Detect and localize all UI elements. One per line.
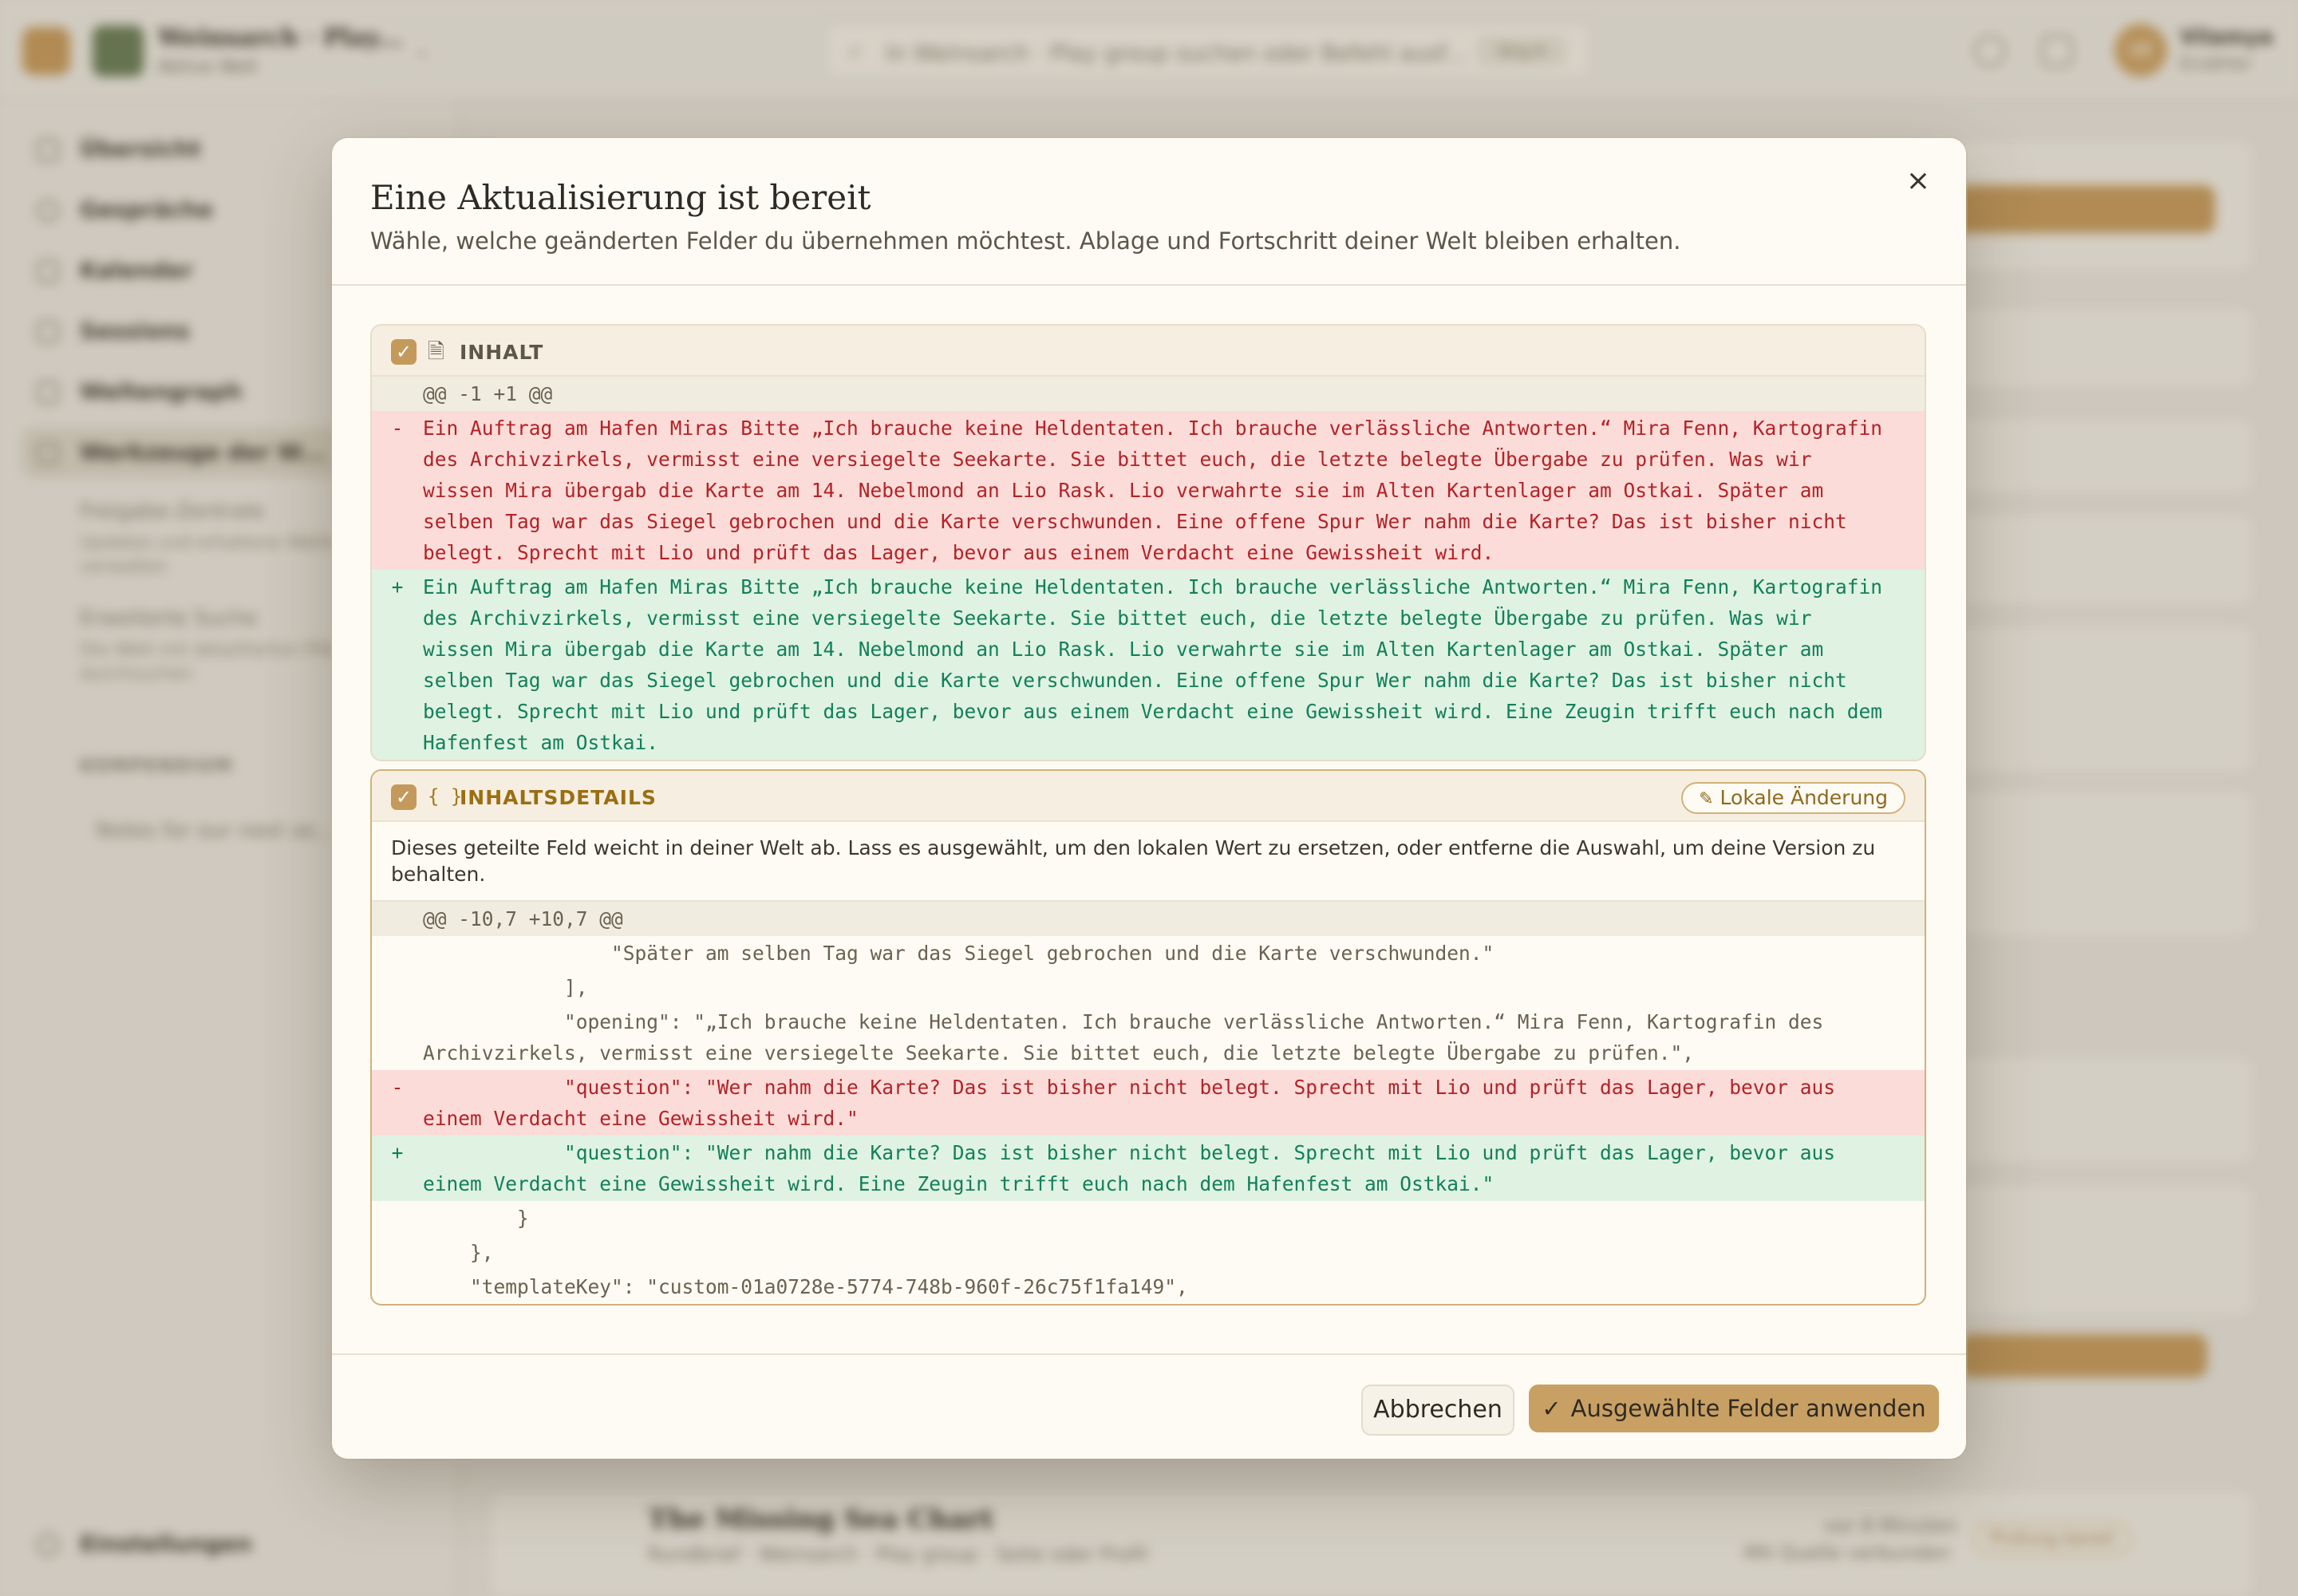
field-note: Dieses geteilte Feld weicht in deiner We…: [372, 822, 1925, 902]
braces-icon: { }: [428, 785, 463, 808]
diff-removed-line: - "question": "Wer nahm die Karte? Das i…: [372, 1070, 1925, 1136]
dialog-title: Eine Aktualisierung ist bereit: [370, 178, 871, 217]
diff-context-line: }: [423, 1207, 529, 1230]
diff-added-line: + "question": "Wer nahm die Karte? Das i…: [372, 1136, 1925, 1201]
field-label: INHALT: [460, 341, 544, 364]
divider: [332, 284, 1966, 286]
diff-context-line: "opening": "„Ich brauche keine Heldentat…: [423, 1010, 1836, 1065]
field-details-checkbox[interactable]: ✓: [391, 784, 417, 810]
diff-context-line: "templateKey": "custom-01a0728e-5774-748…: [423, 1275, 1188, 1298]
close-icon[interactable]: ×: [1896, 159, 1941, 203]
field-label: INHALTSDETAILS: [460, 786, 657, 809]
field-content: ✓ 🗎 INHALT @@ -1 +1 @@ - Ein Auftrag am H…: [370, 324, 1926, 761]
dialog-subtitle: Wähle, welche geänderten Felder du übern…: [370, 227, 1681, 255]
pencil-icon: ✎: [1699, 789, 1714, 809]
apply-selected-fields-button[interactable]: ✓ Ausgewählte Felder anwenden: [1529, 1385, 1939, 1432]
field-content-details: ✓ { } INHALTSDETAILS ✎ Lokale Änderung Di…: [370, 769, 1926, 1306]
diff-removed-line: - Ein Auftrag am Hafen Miras Bitte „Ich b…: [372, 411, 1925, 570]
diff-context-line: },: [423, 1241, 494, 1264]
diff-added-line: + Ein Auftrag am Hafen Miras Bitte „Ich b…: [372, 570, 1925, 760]
diff-context-line: ],: [423, 976, 588, 999]
field-header: ✓ 🗎 INHALT: [372, 326, 1925, 377]
field-header: ✓ { } INHALTSDETAILS ✎ Lokale Änderung: [372, 771, 1925, 822]
document-icon: 🗎: [428, 340, 444, 364]
check-icon: ✓: [1542, 1395, 1562, 1422]
diff-view: @@ -10,7 +10,7 @@ "Später am selben Tag …: [372, 902, 1925, 1304]
field-content-checkbox[interactable]: ✓: [391, 339, 417, 365]
apply-button-label: Ausgewählte Felder anwenden: [1570, 1395, 1926, 1422]
local-change-badge: ✎ Lokale Änderung: [1681, 782, 1905, 814]
diff-view: @@ -1 +1 @@ - Ein Auftrag am Hafen Miras …: [372, 377, 1925, 760]
diff-hunk-header: @@ -10,7 +10,7 @@: [372, 902, 1925, 936]
diff-hunk-header: @@ -1 +1 @@: [372, 377, 1925, 411]
divider: [332, 1353, 1966, 1355]
update-dialog: × Eine Aktualisierung ist bereit Wähle, …: [332, 138, 1966, 1459]
diff-context-line: "Später am selben Tag war das Siegel geb…: [423, 942, 1494, 965]
cancel-button[interactable]: Abbrechen: [1361, 1385, 1514, 1436]
